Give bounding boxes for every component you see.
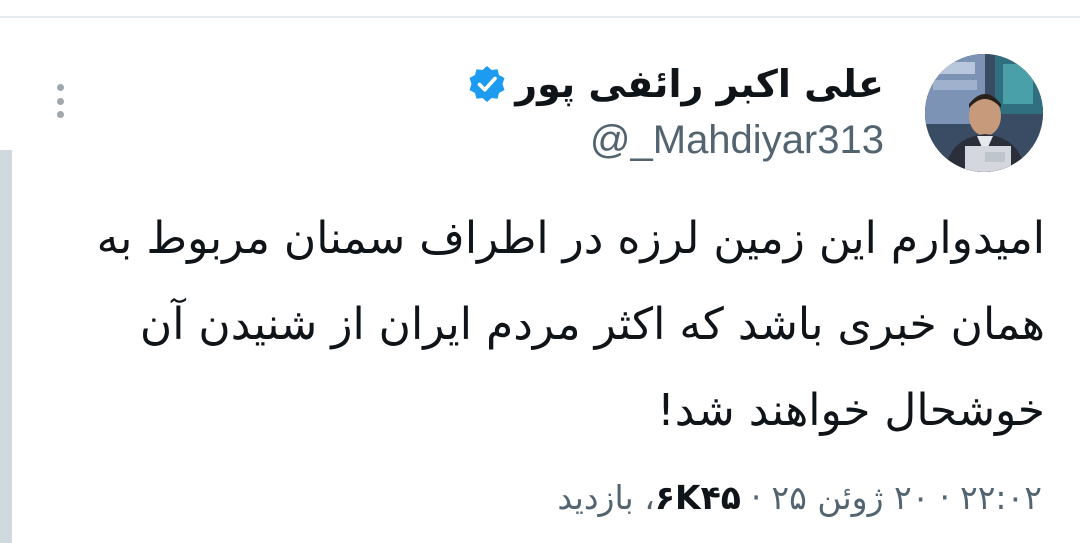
more-vertical-icon [56, 84, 64, 91]
meta-separator: · [750, 478, 762, 517]
tweet-author[interactable]: علی اکبر رائفی پور @_Mahdiyar313 [467, 56, 884, 163]
meta-separator: · [939, 478, 950, 517]
top-divider [0, 16, 1080, 18]
views-group[interactable]: ۶K۴۵، بازدید [557, 478, 741, 517]
tweet-text: امیدوارم این زمین لرزه در اطراف سمنان مر… [96, 213, 1045, 436]
verified-badge-icon [467, 64, 507, 104]
tweet-date[interactable]: ۲۰ ژوئن ۲۵ [771, 478, 929, 517]
views-count: ۶K۴۵ [654, 478, 741, 517]
tweet-time[interactable]: ۲۲:۰۲ [960, 478, 1042, 517]
views-label: بازدید [557, 478, 634, 517]
display-name-row: علی اکبر رائفی پور [467, 56, 884, 112]
tweet-meta: ۲۲:۰۲ · ۲۰ ژوئن ۲۵ · ۶K۴۵، بازدید [557, 478, 1042, 517]
more-options-button[interactable] [46, 78, 74, 124]
avatar[interactable] [925, 54, 1043, 172]
display-name[interactable]: علی اکبر رائفی پور [515, 62, 884, 106]
user-handle[interactable]: @_Mahdiyar313 [467, 118, 884, 163]
left-gutter [0, 150, 12, 543]
avatar-photo [925, 54, 1043, 172]
